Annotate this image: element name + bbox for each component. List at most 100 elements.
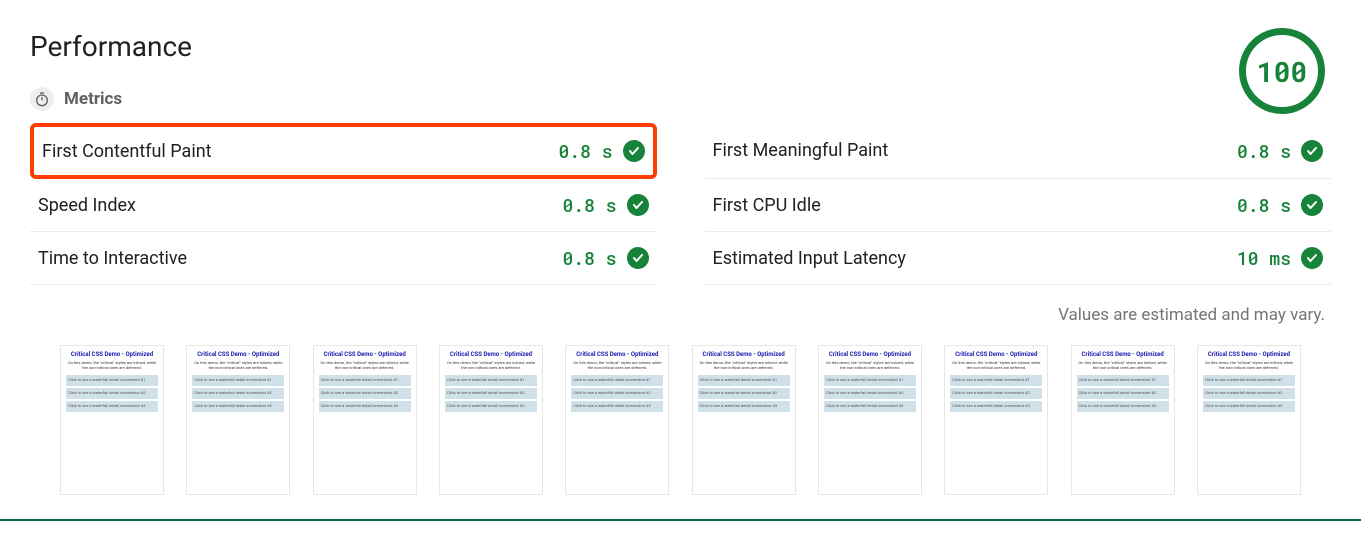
metric-label: Time to Interactive [38,248,187,269]
filmstrip-thumbnail[interactable]: Critical CSS Demo - Optimized On this dem… [186,345,290,495]
metric-row[interactable]: First CPU Idle 0.8 s [705,179,1332,232]
thumbnail-title: Critical CSS Demo - Optimized [955,351,1037,358]
thumbnail-band: Click to see a waterfall detail screensh… [1077,388,1169,399]
metric-value-wrap: 0.8 s [1237,139,1323,163]
thumbnail-band: Click to see a waterfall detail screensh… [445,375,537,386]
filmstrip: Critical CSS Demo - Optimized On this dem… [30,345,1331,509]
filmstrip-thumbnail[interactable]: Critical CSS Demo - Optimized On this dem… [818,345,922,495]
filmstrip-thumbnail[interactable]: Critical CSS Demo - Optimized On this dem… [565,345,669,495]
thumbnail-band: Click to see a waterfall detail screensh… [1203,388,1295,399]
thumbnail-title: Critical CSS Demo - Optimized [576,351,658,358]
metric-value: 0.8 s [558,139,612,163]
thumbnail-band: Click to see a waterfall detail screensh… [824,388,916,399]
thumbnail-title: Critical CSS Demo - Optimized [324,351,406,358]
thumbnail-band: Click to see a waterfall detail screensh… [1203,401,1295,412]
disclaimer-text: Values are estimated and may vary. [30,305,1325,325]
thumbnail-band: Click to see a waterfall detail screensh… [319,375,411,386]
score-gauge: 100 [1239,28,1325,114]
metric-value: 10 ms [1237,246,1291,270]
thumbnail-band: Click to see a waterfall detail screensh… [950,401,1042,412]
filmstrip-thumbnail[interactable]: Critical CSS Demo - Optimized On this dem… [313,345,417,495]
thumbnail-band: Click to see a waterfall detail screensh… [571,401,663,412]
score-value: 100 [1257,53,1307,90]
thumbnail-subtitle: On this demo, the "critical" styles are … [192,361,284,371]
filmstrip-thumbnail[interactable]: Critical CSS Demo - Optimized On this dem… [692,345,796,495]
metric-value: 0.8 s [562,246,616,270]
check-circle-icon [1301,140,1323,162]
thumbnail-band: Click to see a waterfall detail screensh… [319,401,411,412]
metric-row[interactable]: Time to Interactive 0.8 s [30,232,657,285]
filmstrip-thumbnail[interactable]: Critical CSS Demo - Optimized On this dem… [944,345,1048,495]
thumbnail-subtitle: On this demo, the "critical" styles are … [319,361,411,371]
thumbnail-band: Click to see a waterfall detail screensh… [1077,375,1169,386]
thumbnail-band: Click to see a waterfall detail screensh… [824,401,916,412]
filmstrip-thumbnail[interactable]: Critical CSS Demo - Optimized On this dem… [1197,345,1301,495]
thumbnail-band: Click to see a waterfall detail screensh… [445,388,537,399]
thumbnail-band: Click to see a waterfall detail screensh… [66,375,158,386]
metric-value: 0.8 s [562,193,616,217]
thumbnail-title: Critical CSS Demo - Optimized [829,351,911,358]
metric-value-wrap: 0.8 s [1237,193,1323,217]
thumbnail-subtitle: On this demo, the "critical" styles are … [445,361,537,371]
thumbnail-band: Click to see a waterfall detail screensh… [571,388,663,399]
metric-row[interactable]: First Contentful Paint 0.8 s [30,123,657,179]
thumbnail-band: Click to see a waterfall detail screensh… [192,375,284,386]
thumbnail-subtitle: On this demo, the "critical" styles are … [698,361,790,371]
filmstrip-thumbnail[interactable]: Critical CSS Demo - Optimized On this dem… [60,345,164,495]
metric-value: 0.8 s [1237,193,1291,217]
check-circle-icon [623,140,645,162]
thumbnail-band: Click to see a waterfall detail screensh… [66,401,158,412]
thumbnail-subtitle: On this demo, the "critical" styles are … [1203,361,1295,371]
thumbnail-band: Click to see a waterfall detail screensh… [950,375,1042,386]
thumbnail-subtitle: On this demo, the "critical" styles are … [571,361,663,371]
metric-label: Speed Index [38,195,136,216]
thumbnail-band: Click to see a waterfall detail screensh… [192,388,284,399]
thumbnail-band: Click to see a waterfall detail screensh… [571,375,663,386]
thumbnail-title: Critical CSS Demo - Optimized [71,351,153,358]
stopwatch-icon [30,87,54,111]
metric-row[interactable]: Estimated Input Latency 10 ms [705,232,1332,285]
thumbnail-subtitle: On this demo, the "critical" styles are … [950,361,1042,371]
check-circle-icon [1301,194,1323,216]
filmstrip-thumbnail[interactable]: Critical CSS Demo - Optimized On this dem… [1071,345,1175,495]
filmstrip-thumbnail[interactable]: Critical CSS Demo - Optimized On this dem… [439,345,543,495]
thumbnail-subtitle: On this demo, the "critical" styles are … [824,361,916,371]
metric-value: 0.8 s [1237,139,1291,163]
thumbnail-band: Click to see a waterfall detail screensh… [698,401,790,412]
thumbnail-title: Critical CSS Demo - Optimized [1082,351,1164,358]
thumbnail-subtitle: On this demo, the "critical" styles are … [66,361,158,371]
thumbnail-band: Click to see a waterfall detail screensh… [192,401,284,412]
header-left: Performance Metrics [30,30,1239,123]
metric-label: First CPU Idle [713,195,821,216]
metric-value-wrap: 10 ms [1237,246,1323,270]
thumbnail-band: Click to see a waterfall detail screensh… [445,401,537,412]
thumbnail-title: Critical CSS Demo - Optimized [703,351,785,358]
thumbnail-band: Click to see a waterfall detail screensh… [824,375,916,386]
metric-value-wrap: 0.8 s [562,193,648,217]
thumbnail-band: Click to see a waterfall detail screensh… [66,388,158,399]
thumbnail-band: Click to see a waterfall detail screensh… [319,388,411,399]
metrics-grid: First Contentful Paint0.8 sFirst Meaning… [30,123,1331,285]
metrics-section-header[interactable]: Metrics [30,87,1239,111]
check-circle-icon [627,194,649,216]
metric-value-wrap: 0.8 s [558,139,644,163]
thumbnail-subtitle: On this demo, the "critical" styles are … [1077,361,1169,371]
thumbnail-title: Critical CSS Demo - Optimized [1208,351,1290,358]
thumbnail-title: Critical CSS Demo - Optimized [450,351,532,358]
thumbnail-title: Critical CSS Demo - Optimized [197,351,279,358]
thumbnail-band: Click to see a waterfall detail screensh… [1077,401,1169,412]
metric-value-wrap: 0.8 s [562,246,648,270]
metric-label: First Contentful Paint [42,141,212,162]
metric-row[interactable]: Speed Index 0.8 s [30,179,657,232]
thumbnail-band: Click to see a waterfall detail screensh… [698,388,790,399]
metric-label: Estimated Input Latency [713,248,906,269]
thumbnail-band: Click to see a waterfall detail screensh… [950,388,1042,399]
metrics-section-title: Metrics [64,89,122,109]
header-row: Performance Metrics 100 [30,30,1331,123]
thumbnail-band: Click to see a waterfall detail screensh… [698,375,790,386]
check-circle-icon [1301,247,1323,269]
metric-row[interactable]: First Meaningful Paint 0.8 s [705,123,1332,179]
check-circle-icon [627,247,649,269]
page-title: Performance [30,30,1239,63]
metric-label: First Meaningful Paint [713,140,889,161]
